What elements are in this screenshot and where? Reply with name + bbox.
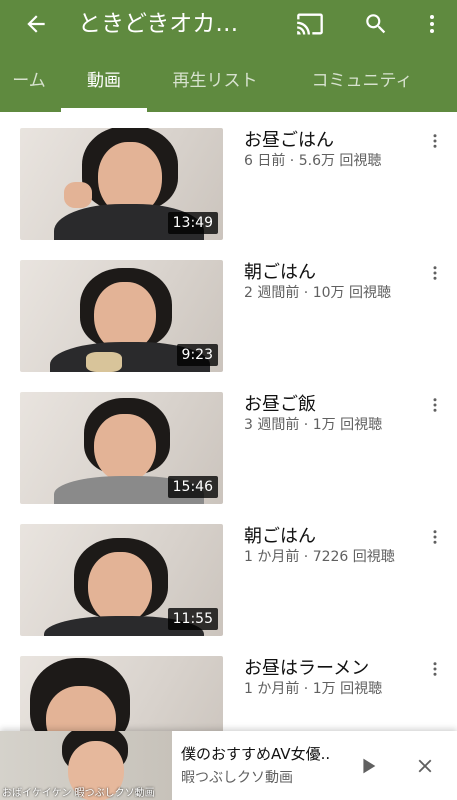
arrow-back-icon[interactable] (16, 6, 56, 42)
mini-player-channel: 暇つぶしクソ動画 (181, 770, 293, 786)
more-vert-icon[interactable] (412, 6, 452, 42)
video-row[interactable]: 13:49 お昼ごはん 6 日前 · 5.6万 回視聴 (0, 112, 457, 244)
video-title[interactable]: お昼ごはん (244, 126, 334, 152)
video-row[interactable]: 11:55 朝ごはん 1 か月前 · 7226 回視聴 (0, 508, 457, 640)
video-row[interactable]: 15:46 お昼ご飯 3 週間前 · 1万 回視聴 (0, 376, 457, 508)
video-thumbnail[interactable]: 15:46 (20, 392, 223, 504)
video-title[interactable]: 朝ごはん (244, 522, 316, 548)
video-meta: 6 日前 · 5.6万 回視聴 (244, 153, 382, 169)
search-icon[interactable] (356, 6, 396, 42)
cast-icon[interactable] (290, 6, 330, 42)
mini-player-thumbnail[interactable]: おばイケイケン 暇つぶしクソ動画 (0, 731, 172, 800)
video-list: 13:49 お昼ごはん 6 日前 · 5.6万 回視聴 9:23 朝ごはん 2 … (0, 112, 457, 800)
channel-title: ときどきオカ… (78, 11, 239, 37)
video-duration: 11:55 (167, 608, 218, 630)
mini-player[interactable]: おばイケイケン 暇つぶしクソ動画 僕のおすすめAV女優.. 暇つぶしクソ動画 (0, 731, 457, 800)
video-title[interactable]: お昼ご飯 (244, 390, 316, 416)
video-title[interactable]: お昼はラーメン (244, 654, 369, 680)
video-thumbnail[interactable]: 9:23 (20, 260, 223, 372)
video-thumbnail[interactable]: 11:55 (20, 524, 223, 636)
video-duration: 9:23 (176, 344, 218, 366)
more-vert-icon[interactable] (423, 260, 447, 286)
tab-playlists[interactable]: 再生リスト (160, 50, 270, 112)
more-vert-icon[interactable] (423, 128, 447, 154)
close-icon[interactable] (410, 751, 440, 781)
more-vert-icon[interactable] (423, 656, 447, 682)
mini-player-title[interactable]: 僕のおすすめAV女優.. (181, 743, 341, 764)
video-row[interactable]: 9:23 朝ごはん 2 週間前 · 10万 回視聴 (0, 244, 457, 376)
video-meta: 3 週間前 · 1万 回視聴 (244, 417, 383, 433)
video-meta: 2 週間前 · 10万 回視聴 (244, 285, 391, 301)
more-vert-icon[interactable] (423, 524, 447, 550)
tab-community[interactable]: コミュニティ (300, 50, 424, 112)
tab-videos[interactable]: 動画 (61, 50, 147, 112)
video-thumbnail[interactable]: 13:49 (20, 128, 223, 240)
toolbar: ときどきオカ… (0, 0, 457, 50)
video-title[interactable]: 朝ごはん (244, 258, 316, 284)
channel-tabs: ーム 動画 再生リスト コミュニティ (0, 50, 457, 112)
video-duration: 13:49 (167, 212, 218, 234)
tab-home[interactable]: ーム (0, 50, 64, 112)
app-bar: ときどきオカ… ーム 動画 再生リスト コミュニティ (0, 0, 457, 112)
video-meta: 1 か月前 · 7226 回視聴 (244, 549, 395, 565)
video-duration: 15:46 (167, 476, 218, 498)
more-vert-icon[interactable] (423, 392, 447, 418)
play-icon[interactable] (354, 751, 382, 781)
mini-player-caption: おばイケイケン 暇つぶしクソ動画 (2, 788, 155, 799)
video-meta: 1 か月前 · 1万 回視聴 (244, 681, 383, 697)
